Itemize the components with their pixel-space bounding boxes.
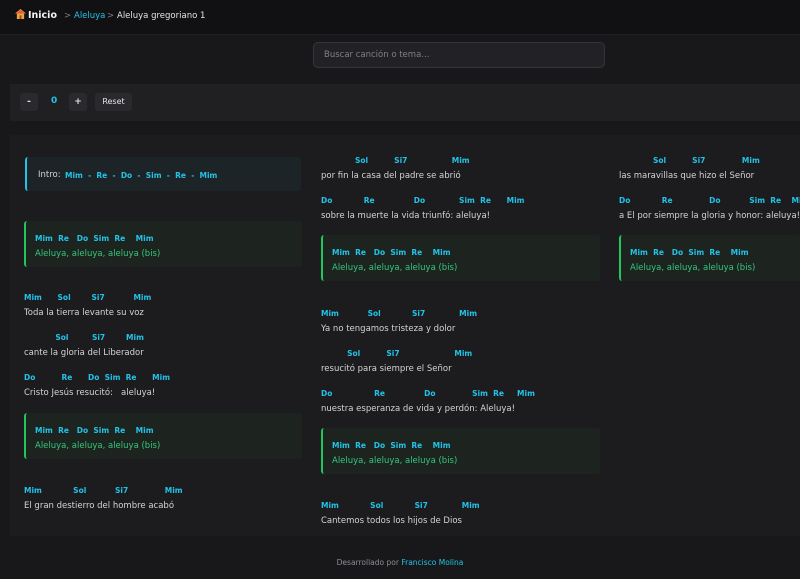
- chord-line: Sol Si7 Mim: [321, 156, 470, 165]
- lyric-line: cante la gloria del Liberador: [24, 348, 144, 358]
- breadcrumb-current: Aleluya gregoriano 1: [117, 11, 206, 21]
- chord-line: Do Re Do Sim Re Mim: [321, 389, 535, 398]
- lyric-line: sobre la muerte la vida triunfó: aleluya…: [321, 211, 491, 221]
- lyric-line: Cantemos todos los hijos de Dios: [321, 516, 462, 526]
- lyric-line: a El por siempre la gloria y honor: alel…: [619, 211, 800, 221]
- chorus-lyric: Aleluya, aleluya, aleluya (bis): [35, 249, 161, 259]
- chorus-chords: Mim Re Do Sim Re Mim: [630, 248, 749, 257]
- lyric-line: las maravillas que hizo el Señor: [619, 171, 755, 181]
- chorus-chords: Mim Re Do Sim Re Mim: [35, 234, 154, 243]
- transpose-value: 0: [51, 96, 58, 106]
- chorus-lyric: Aleluya, aleluya, aleluya (bis): [332, 263, 458, 273]
- footer-text: Desarrollado por: [336, 558, 399, 567]
- home-icon: [15, 9, 26, 19]
- breadcrumb-separator: >: [64, 11, 72, 21]
- lyric-line: por fin la casa del padre se abrió: [321, 171, 461, 181]
- transpose-controls: - 0 + Reset: [10, 84, 800, 121]
- reset-button[interactable]: Reset: [95, 93, 132, 111]
- home-link[interactable]: Inicio: [15, 9, 57, 21]
- home-label: Inicio: [28, 10, 57, 21]
- author-link[interactable]: Francisco Molina: [401, 558, 463, 567]
- verse-line: Mim Sol Si7 Mim El gran destierro del ho…: [24, 486, 183, 511]
- chord-line: Do Re Do Sim Re Mim: [321, 196, 525, 205]
- verse-line: Mim Sol Si7 Mim Toda la tierra levante s…: [24, 293, 151, 318]
- breadcrumb-separator: >: [107, 11, 115, 21]
- chord-line: Sol Si7 Mim: [321, 349, 473, 358]
- top-bar: Inicio > Aleluya > Aleluya gregoriano 1: [0, 0, 800, 35]
- search-wrapper: [313, 42, 605, 68]
- chord-line: Do Re Do Sim Re Mim: [619, 196, 800, 205]
- verse-line: Sol Si7 Mim resucitó para siempre el Señ…: [321, 349, 472, 374]
- song-content: Intro: Mim - Re - Do - Sim - Re - Mim Mi…: [10, 135, 800, 536]
- chord-line: Mim Sol Si7 Mim: [24, 293, 152, 302]
- transpose-up-button[interactable]: +: [69, 93, 87, 111]
- lyric-line: El gran destierro del hombre acabó: [24, 501, 175, 511]
- intro-box: Intro: Mim - Re - Do - Sim - Re - Mim: [25, 157, 301, 191]
- chorus-box: Mim Re Do Sim Re Mim Aleluya, aleluya, a…: [24, 413, 302, 459]
- lyric-line: Toda la tierra levante su voz: [24, 308, 144, 318]
- verse-line: Do Re Do Sim Re Mim sobre la muerte la v…: [321, 196, 524, 221]
- chord-line: Do Re Do Sim Re Mim: [24, 373, 171, 382]
- verse-line: Sol Si7 Mim por fin la casa del padre se…: [321, 156, 470, 181]
- chorus-chords: Mim Re Do Sim Re Mim: [332, 441, 451, 450]
- transpose-down-button[interactable]: -: [20, 93, 38, 111]
- chord-line: Sol Si7 Mim: [619, 156, 760, 165]
- search-input[interactable]: [313, 42, 605, 68]
- chorus-box: Mim Re Do Sim Re Mim Aleluya, aleluya, a…: [619, 235, 800, 281]
- chorus-lyric: Aleluya, aleluya, aleluya (bis): [630, 263, 756, 273]
- footer: Desarrollado por Francisco Molina: [0, 558, 800, 567]
- intro-label: Intro:: [38, 170, 61, 180]
- verse-line: Do Re Do Sim Re Mim a El por siempre la …: [619, 196, 800, 221]
- verse-line: Do Re Do Sim Re Mim Cristo Jesús resucit…: [24, 373, 170, 398]
- chorus-box: Mim Re Do Sim Re Mim Aleluya, aleluya, a…: [321, 428, 600, 474]
- chorus-lyric: Aleluya, aleluya, aleluya (bis): [35, 441, 161, 451]
- verse-line: Mim Sol Si7 Mim Cantemos todos los hijos…: [321, 501, 480, 526]
- chorus-chords: Mim Re Do Sim Re Mim: [35, 426, 154, 435]
- chord-line: Mim Sol Si7 Mim: [321, 501, 480, 510]
- chord-line: Sol Si7 Mim: [24, 333, 144, 342]
- verse-line: Sol Si7 Mim cante la gloria del Liberado…: [24, 333, 144, 358]
- chorus-lyric: Aleluya, aleluya, aleluya (bis): [332, 456, 458, 466]
- chorus-box: Mim Re Do Sim Re Mim Aleluya, aleluya, a…: [321, 235, 600, 281]
- chorus-box: Mim Re Do Sim Re Mim Aleluya, aleluya, a…: [24, 221, 302, 267]
- lyric-line: resucitó para siempre el Señor: [321, 364, 452, 374]
- verse-line: Sol Si7 Mim las maravillas que hizo el S…: [619, 156, 760, 181]
- chorus-chords: Mim Re Do Sim Re Mim: [332, 248, 451, 257]
- chord-line: Mim Sol Si7 Mim: [321, 309, 478, 318]
- lyric-line: nuestra esperanza de vida y perdón: Alel…: [321, 404, 515, 414]
- intro-chords: Mim - Re - Do - Sim - Re - Mim: [65, 171, 218, 180]
- verse-line: Do Re Do Sim Re Mim nuestra esperanza de…: [321, 389, 535, 414]
- breadcrumb-aleluya-link[interactable]: Aleluya: [74, 11, 105, 21]
- verse-line: Mim Sol Si7 Mim Ya no tengamos tristeza …: [321, 309, 477, 334]
- chord-line: Mim Sol Si7 Mim: [24, 486, 183, 495]
- lyric-line: Cristo Jesús resucitó: aleluya!: [24, 388, 156, 398]
- lyric-line: Ya no tengamos tristeza y dolor: [321, 324, 456, 334]
